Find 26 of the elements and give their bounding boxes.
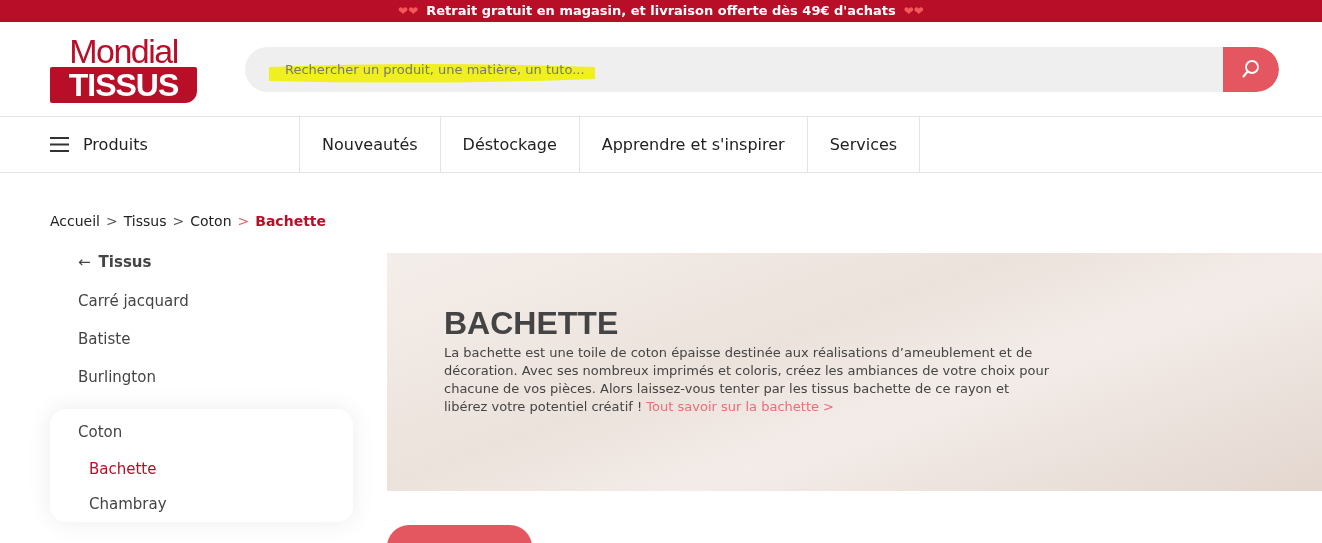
category-link[interactable]: Carré jacquard <box>50 284 387 321</box>
category-link[interactable]: Batiste <box>50 322 387 359</box>
search-button[interactable] <box>1223 46 1279 92</box>
subcategory-link[interactable]: Chambray <box>50 487 353 522</box>
breadcrumb-link[interactable]: Bachette <box>255 213 326 229</box>
breadcrumb-separator: > <box>106 213 118 229</box>
subcategory-link[interactable]: Bachette <box>50 452 353 487</box>
breadcrumb-separator: > <box>172 213 185 229</box>
products-menu-button[interactable]: Produits <box>0 117 299 172</box>
search-icon <box>1241 59 1261 79</box>
menu-icon <box>50 137 69 152</box>
promo-text: ❤❤ Retrait gratuit en magasin, et livraison offerte dès 49€ d'achats ❤❤ <box>397 3 925 19</box>
nav-link[interactable]: Services <box>806 117 921 172</box>
category-link[interactable]: Burlington <box>50 360 387 397</box>
breadcrumb-link[interactable]: Coton <box>190 213 232 229</box>
nav-link[interactable]: Apprendre et s'inspirer <box>578 117 807 172</box>
page-title: BACHETTE <box>444 305 620 342</box>
breadcrumb-separator: > <box>237 213 250 229</box>
breadcrumb-link[interactable]: Accueil <box>50 213 100 229</box>
category-description: La bachette est une toile de coton épaisse destinée aux réalisations d’ameublement et de décoration. Avec ses nombreux imprimés et coloris, créez les ambiances de votre choix pour chacune de vos pièces. Alors laissez-vous tenter par les tissus bachette de ce rayon et libérez votre potentiel créatif ! Tout savoir sur la bachette > <box>444 344 1051 416</box>
breadcrumb-link[interactable]: Tissus <box>123 213 167 229</box>
category-link[interactable]: Coton <box>50 415 353 452</box>
back-link[interactable]: ← Tissus <box>50 245 387 282</box>
nav-link[interactable]: Nouveautés <box>299 117 440 172</box>
nav-link[interactable]: Déstockage <box>439 117 579 172</box>
search-field[interactable]: Rechercher un produit, une matière, un tuto... <box>245 46 1279 92</box>
